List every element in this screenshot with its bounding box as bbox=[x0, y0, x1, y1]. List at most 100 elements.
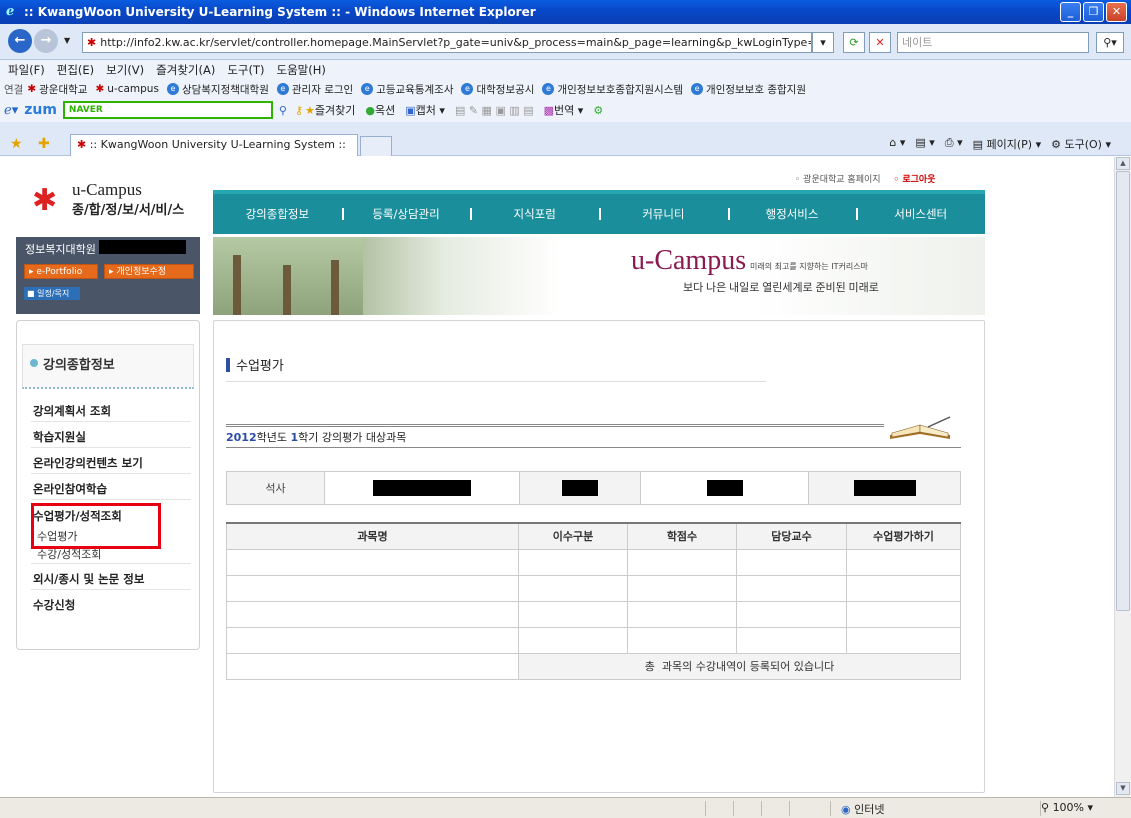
naver-search-input[interactable]: NAVER bbox=[62, 101, 273, 119]
banner-tagline: 미래의 최고를 지향하는 IT커리스마 bbox=[750, 262, 868, 271]
link-item[interactable]: ✱ 광운대학교 bbox=[27, 82, 87, 97]
scroll-up-button[interactable]: ▲ bbox=[1116, 157, 1130, 170]
redacted-name bbox=[99, 240, 186, 254]
edit-profile-button[interactable]: ▸ 개인정보수정 bbox=[104, 264, 194, 279]
sidebar-item-syllabus[interactable]: 강의계획서 조회 bbox=[33, 403, 111, 419]
new-tab-button[interactable] bbox=[360, 136, 392, 156]
print-icon[interactable]: ⎙ ▾ bbox=[945, 136, 963, 152]
link-item[interactable]: e 대학정보공시 bbox=[461, 82, 534, 97]
vertical-scrollbar[interactable]: ▲ ▼ bbox=[1114, 157, 1131, 797]
nav-forum[interactable]: 지식포럼 bbox=[470, 206, 599, 222]
capture-icon: ▣ bbox=[405, 104, 416, 117]
nav-admin-services[interactable]: 행정서비스 bbox=[727, 206, 857, 222]
address-field[interactable]: ✱ http://info2.kw.ac.kr/servlet/controll… bbox=[82, 32, 812, 53]
zoom-control[interactable]: ⚲ 100% ▾ bbox=[1040, 801, 1130, 816]
translate-icon: ▩ bbox=[543, 104, 555, 117]
link-item[interactable]: e 개인정보보호종합지원시스템 bbox=[542, 82, 683, 97]
feeds-icon[interactable]: ▤ ▾ bbox=[915, 136, 934, 152]
zoom-icon: ⚲ bbox=[1041, 801, 1050, 814]
menu-tools[interactable]: 도구(T) bbox=[227, 62, 264, 78]
maximize-button[interactable]: ❐ bbox=[1083, 2, 1104, 22]
top-links: ◦ 광운대학교 홈페이지 ◦ 로그아웃 bbox=[795, 172, 935, 185]
search-input[interactable]: 네이트 bbox=[897, 32, 1089, 53]
tools-menu[interactable]: ⚙ 도구(O) ▾ bbox=[1051, 136, 1111, 152]
minimize-button[interactable]: _ bbox=[1060, 2, 1081, 22]
tab-active[interactable]: ✱ :: KwangWoon University U-Learning Sys… bbox=[70, 134, 358, 156]
homepage-link[interactable]: ◦ 광운대학교 홈페이지 bbox=[795, 175, 881, 185]
kw-favicon-icon: ✱ bbox=[77, 138, 87, 151]
sidebar-header: 강의종합정보 bbox=[22, 344, 194, 389]
banner-title: u-Campus bbox=[631, 245, 747, 276]
nav-registration[interactable]: 등록/상담관리 bbox=[341, 206, 471, 222]
search-icon[interactable]: ⚲ bbox=[279, 104, 287, 117]
sidebar: 강의종합정보 강의계획서 조회 학습지원실 온라인강의컨텐츠 보기 온라인참여학… bbox=[16, 320, 200, 650]
sidebar-item-thesis[interactable]: 외시/종시 및 논문 정보 bbox=[33, 571, 144, 587]
close-button[interactable]: ✕ bbox=[1106, 2, 1127, 22]
sidebar-item-online-contents[interactable]: 온라인강의컨텐츠 보기 bbox=[33, 455, 143, 471]
toolbar-translate[interactable]: ▩번역 ▾ bbox=[544, 102, 584, 118]
user-box: 정보복지대학원 ▸ e-Portfolio ▸ 개인정보수정 ■ 일정/목지 bbox=[16, 237, 200, 314]
site-logo[interactable]: ✱ u-Campus 종/합/정/보/서/비/스 bbox=[32, 180, 212, 220]
link-item[interactable]: e 고등교육통계조사 bbox=[361, 82, 453, 97]
link-item[interactable]: ✱ u-campus bbox=[95, 83, 158, 95]
site-favicon-icon: ✱ bbox=[87, 36, 97, 49]
col-credits: 학점수 bbox=[627, 522, 737, 550]
zum-logo[interactable]: zum bbox=[24, 102, 57, 118]
logo-title: u-Campus bbox=[72, 180, 142, 199]
bullet-icon bbox=[30, 359, 38, 367]
evaluation-table: 과목명 이수구분 학점수 담당교수 수업평가하기 총 과목의 수강내역이 등록되… bbox=[226, 522, 961, 680]
zoom-level: 100% bbox=[1052, 801, 1085, 814]
stop-button[interactable]: ✕ bbox=[869, 32, 891, 53]
tab-title: :: KwangWoon University U-Learning Syste… bbox=[89, 138, 346, 151]
logo-subtitle: 종/합/정/보/서/비/스 bbox=[72, 203, 185, 218]
scroll-down-button[interactable]: ▼ bbox=[1116, 782, 1130, 795]
nav-community[interactable]: 커뮤니티 bbox=[599, 206, 728, 222]
home-icon[interactable]: ⌂ ▾ bbox=[889, 136, 905, 152]
search-button[interactable]: ⚲▾ bbox=[1096, 32, 1124, 53]
degree-info-table: 석사 bbox=[226, 471, 961, 505]
favorites-star-icon[interactable]: ★ bbox=[10, 136, 23, 152]
table-row bbox=[226, 574, 961, 602]
toolbar-auction[interactable]: ●옥션 bbox=[365, 102, 395, 118]
menu-file[interactable]: 파일(F) bbox=[8, 62, 45, 78]
sidebar-title: 강의종합정보 bbox=[43, 358, 115, 373]
logout-link[interactable]: ◦ 로그아웃 bbox=[893, 175, 935, 185]
settings-icon[interactable]: ⚙ bbox=[593, 104, 603, 117]
ie-search-icon[interactable]: ℯ▾ bbox=[4, 103, 18, 118]
eportfolio-button[interactable]: ▸ e-Portfolio bbox=[24, 264, 98, 279]
ie-page-icon: e bbox=[166, 83, 179, 95]
page-menu[interactable]: ▤ 페이지(P) ▾ bbox=[973, 136, 1042, 152]
history-dropdown-icon[interactable]: ▼ bbox=[64, 36, 70, 45]
link-item[interactable]: e 상담복지정책대학원 bbox=[166, 82, 269, 97]
toolbar-capture[interactable]: ▣캡처 ▾ bbox=[405, 102, 445, 118]
link-item[interactable]: e 관리자 로그인 bbox=[276, 82, 353, 97]
menu-help[interactable]: 도움말(H) bbox=[277, 62, 326, 78]
highlight-box bbox=[31, 503, 161, 549]
toolbar-favorites[interactable]: ★즐겨찾기 bbox=[305, 102, 355, 118]
kw-favicon-icon: ✱ bbox=[27, 83, 37, 95]
scroll-thumb[interactable] bbox=[1116, 171, 1130, 611]
toolbar-misc-icons[interactable]: ▤ ✎ ▦ ▣ ▥ ▤ bbox=[455, 104, 534, 117]
forward-button[interactable]: → bbox=[34, 29, 58, 53]
tab-row: ★ ✚ ✱ :: KwangWoon University U-Learning… bbox=[0, 122, 1131, 156]
menu-view[interactable]: 보기(V) bbox=[106, 62, 144, 78]
col-professor: 담당교수 bbox=[736, 522, 847, 550]
ie-page-icon: e bbox=[691, 83, 704, 95]
refresh-button[interactable]: ⟳ bbox=[843, 32, 865, 53]
back-button[interactable]: ← bbox=[8, 29, 32, 53]
enrollment-note: 총 과목의 수강내역이 등록되어 있습니다 bbox=[518, 652, 961, 680]
schedule-button[interactable]: ■ 일정/목지 bbox=[24, 287, 80, 300]
sidebar-item-enrollment[interactable]: 수강신청 bbox=[33, 597, 75, 613]
sidebar-item-online-participation[interactable]: 온라인참여학습 bbox=[33, 481, 107, 497]
nav-lecture-info[interactable]: 강의종합정보 bbox=[213, 206, 342, 222]
col-course-name: 과목명 bbox=[226, 522, 519, 550]
address-url: http://info2.kw.ac.kr/servlet/controller… bbox=[100, 36, 812, 49]
nav-service-center[interactable]: 서비스센터 bbox=[856, 206, 985, 222]
table-row bbox=[226, 548, 961, 576]
menu-favorites[interactable]: 즐겨찾기(A) bbox=[156, 62, 215, 78]
address-dropdown-button[interactable]: ▾ bbox=[812, 32, 834, 53]
link-item[interactable]: e 개인정보보호 종합지원 bbox=[691, 82, 806, 97]
menu-edit[interactable]: 편집(E) bbox=[57, 62, 94, 78]
add-favorites-icon[interactable]: ✚ bbox=[38, 136, 50, 152]
sidebar-item-learning-support[interactable]: 학습지원실 bbox=[33, 429, 86, 445]
